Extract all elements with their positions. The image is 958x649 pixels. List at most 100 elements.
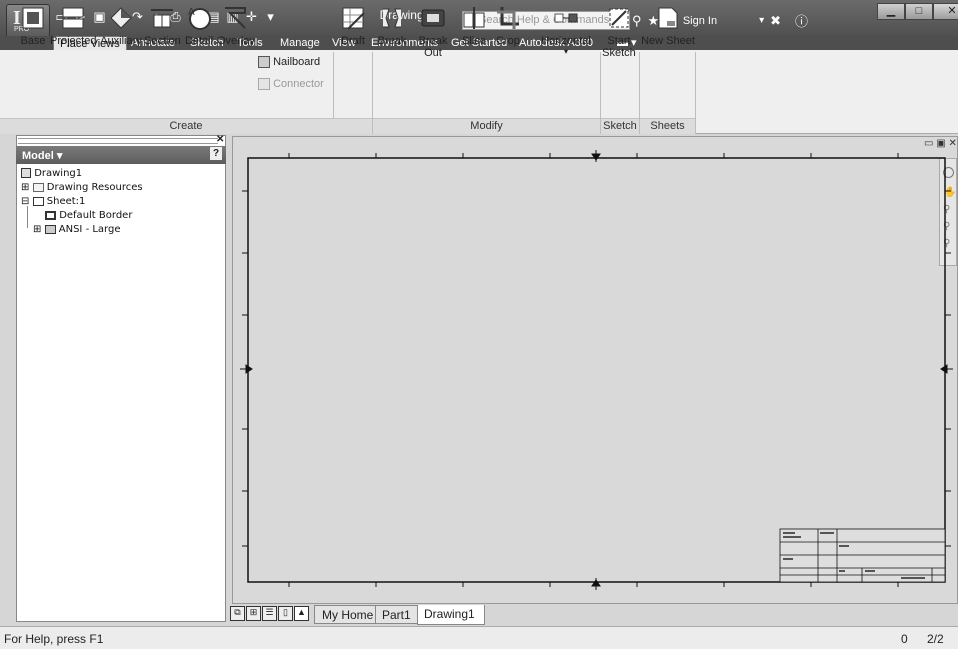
cascade-windows-icon[interactable]: ⧉ [230,606,245,621]
projected-label: Projected [50,35,97,47]
connector-label: Connector [273,78,324,90]
new-sheet-button[interactable]: New Sheet [641,0,695,66]
nailboard-button[interactable]: Nailboard [258,56,321,69]
help-icon[interactable]: ⓘ [795,11,808,30]
folder-icon [32,182,44,192]
nailboard-icon [258,56,270,69]
tree-item-label: Drawing Resources [46,182,143,193]
minimize-button[interactable]: ▁ [877,3,905,20]
zone-ticks [242,153,951,587]
center-marks [240,150,953,590]
detail-view-icon: A [188,7,211,30]
modify-panel-label: Modify [373,118,600,134]
drawing-sheet-svg [240,150,953,590]
detail-label: Detail [184,35,214,47]
browser-title[interactable]: Model [22,150,54,162]
connector-button[interactable]: Connector [258,78,324,91]
detail-view-button[interactable]: A Detail [183,0,215,66]
browser-grip[interactable] [18,138,218,144]
break-label: Break [377,35,407,47]
tab-manage[interactable]: Manage [280,36,320,50]
tile-horizontal-icon[interactable]: ☰ [262,606,277,621]
customize-icon[interactable]: ▾ [263,9,278,27]
draft-view-button[interactable]: Draft [338,0,368,66]
tree-item-label: ANSI - Large [58,224,121,235]
exchange-apps-icon[interactable]: ✖ [770,13,781,29]
section-view-icon [151,9,173,28]
sheets-panel-label: Sheets [640,118,695,134]
svg-text:A: A [188,7,195,18]
section-label: Section [144,35,181,47]
document-tab-bar: ⧉ ⊞ ☰ ▯ ▲ My Home Part1 Drawing1 ⊠ [228,605,958,634]
crop-label: Crop [496,35,520,47]
slice-icon [463,7,485,29]
browser-close-icon[interactable]: ✕ [216,134,224,145]
browser-header[interactable]: Model ▾ ? [16,146,226,164]
title-block [779,528,946,583]
overlay-label: Overlay [217,35,255,47]
draft-label: Draft [341,35,365,47]
break-out-icon [421,9,445,27]
start-sketch-button[interactable]: Start Sketch [602,0,636,64]
crop-button[interactable]: Crop [492,0,524,66]
status-pages: 2/2 [927,632,944,646]
section-view-button[interactable]: Section [144,0,181,66]
maximize-button[interactable]: □ [905,3,933,20]
doc-tab-my-home[interactable]: My Home [314,605,382,624]
auxiliary-view-icon [110,7,132,29]
draft-view-icon [342,7,365,30]
start-sketch-label-2: Sketch [602,47,636,59]
slice-button[interactable]: Slice [460,0,488,66]
ribbon-separator [695,52,696,134]
sketch-panel-label: Sketch [601,118,639,134]
browser-help-icon[interactable]: ? [210,147,222,160]
base-label: Base [20,35,46,47]
window-layout-controls: ⧉ ⊞ ☰ ▯ ▲ [230,606,309,621]
start-sketch-icon [609,8,629,28]
auxiliary-view-button[interactable]: Auxiliary [98,0,144,66]
title-block-icon [44,224,56,234]
window-controls: ▁ □ ✕ [877,3,958,20]
tree-item-sheet-1[interactable]: ⊟ Sheet:1 [21,196,85,207]
status-help-text: For Help, press F1 [4,632,104,646]
horizontal-dropdown-icon[interactable]: ▾ [538,47,594,56]
tile-vertical-icon[interactable]: ▯ [278,606,293,621]
tile-windows-icon[interactable]: ⊞ [246,606,261,621]
base-view-button[interactable]: Base [20,0,46,66]
tree-item-ansi-large[interactable]: ⊞ ANSI - Large [33,224,120,235]
break-button[interactable]: Break [376,0,408,66]
overlay-view-button[interactable]: Overlay [217,0,255,66]
expand-icon[interactable]: ⊞ [21,182,29,193]
nailboard-label: Nailboard [273,56,321,68]
create-panel-label: Create [0,118,372,134]
tree-item-drawing1[interactable]: Drawing1 [21,168,82,179]
border-icon [45,210,56,220]
status-bar: For Help, press F1 0 2/2 [0,626,958,649]
tab-overflow-icon[interactable]: ▲ [294,606,309,621]
overlay-view-icon [225,7,246,29]
doc-tab-label: Drawing1 [424,607,475,621]
horizontal-button[interactable]: Horizontal ▾ [538,0,594,66]
tree-item-label: Drawing1 [34,168,83,179]
close-button[interactable]: ✕ [933,3,958,20]
connector-icon [258,78,270,91]
break-out-label: Break Out [418,35,448,59]
tree-item-drawing-resources[interactable]: ⊞ Drawing Resources [21,182,143,193]
doc-tab-drawing1[interactable]: Drawing1 ⊠ [417,605,485,634]
crop-icon [497,7,519,29]
break-out-button[interactable]: Break Out [409,0,457,66]
status-count: 0 [901,632,908,646]
break-icon [383,8,401,28]
expand-icon[interactable]: ⊞ [33,224,41,235]
sign-in-dropdown-icon[interactable]: ▾ [759,15,764,26]
doc-tab-part1[interactable]: Part1 [375,605,418,624]
collapse-icon[interactable]: ⊟ [21,196,29,207]
tree-item-label: Default Border [59,210,133,221]
slice-label: Slice [462,35,486,47]
browser-menu-chevron-icon[interactable]: ▾ [57,150,63,162]
tree-item-default-border[interactable]: Default Border [45,210,132,221]
drawing-document-icon [21,168,31,178]
projected-view-button[interactable]: Projected [50,0,96,66]
drawing-sheet-border [247,157,946,583]
tree-connector-line [27,206,28,228]
